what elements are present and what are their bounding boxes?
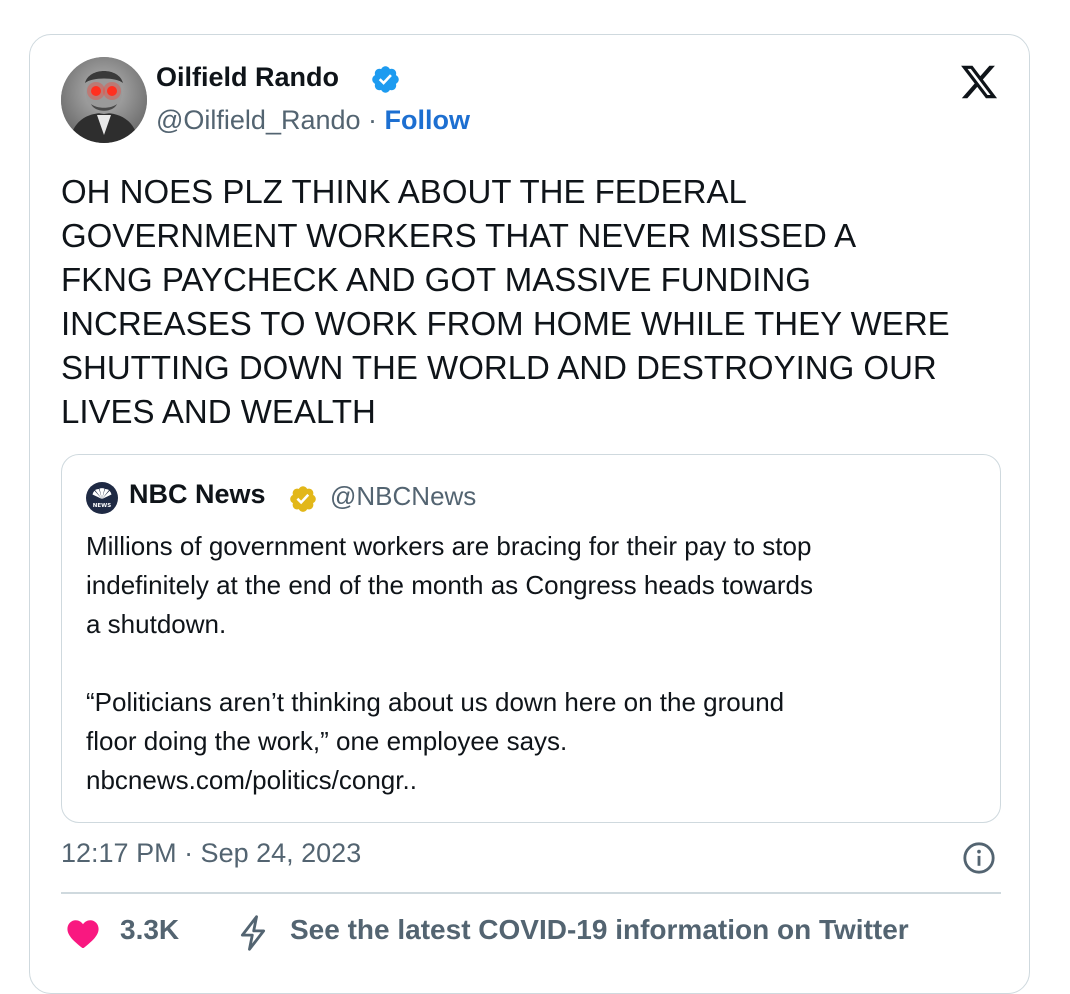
tweet-line: GOVERNMENT WORKERS THAT NEVER MISSED A [61,217,857,254]
quoted-line: floor doing the work,” one employee says… [86,726,568,756]
follow-button[interactable]: Follow [385,105,470,135]
gold-verified-badge-icon [290,486,316,512]
lightning-bolt-icon [240,915,266,951]
tweet-line: LIVES AND WEALTH [61,393,376,430]
info-icon[interactable] [962,841,996,875]
footer-divider [61,892,1001,894]
svg-text:NEWS: NEWS [93,503,111,509]
tweet-line: FKNG PAYCHECK AND GOT MASSIVE FUNDING [61,261,811,298]
author-handle[interactable]: @Oilfield_Rando [156,105,361,135]
x-logo-icon[interactable] [958,62,1000,102]
quoted-author-name: NBC News [129,479,266,509]
quoted-text: Millions of government workers are braci… [86,527,981,800]
quoted-line: indefinitely at the end of the month as … [86,570,813,600]
nbc-peacock-icon: NEWS [86,482,118,514]
quoted-line: Millions of government workers are braci… [86,531,812,561]
tweet-card: Oilfield Rando @Oilfield_Rando · Follow … [29,34,1030,994]
quoted-line: “Politicians aren’t thinking about us do… [86,687,785,717]
quoted-link[interactable]: nbcnews.com/politics/congr.. [86,761,981,800]
covid-info-link[interactable]: See the latest COVID-19 information on T… [290,914,909,946]
tweet-line: INCREASES TO WORK FROM HOME WHILE THEY W… [61,305,950,342]
handle-separator: · [360,105,385,135]
quoted-author-handle: @NBCNews [330,481,477,511]
tweet-line: OH NOES PLZ THINK ABOUT THE FEDERAL [61,173,747,210]
tweet-timestamp[interactable]: 12:17 PM · Sep 24, 2023 [61,838,361,869]
like-count[interactable]: 3.3K [120,914,179,946]
tweet-text: OH NOES PLZ THINK ABOUT THE FEDERAL GOVE… [61,170,1016,434]
quoted-tweet[interactable]: NEWS NBC News @NBCNews Millions of gover… [61,454,1001,823]
heart-icon[interactable] [66,917,100,949]
author-avatar[interactable] [61,57,147,143]
author-handle-row: @Oilfield_Rando · Follow [156,105,470,136]
verified-badge-icon [372,66,399,93]
quoted-line: a shutdown. [86,609,227,639]
tweet-line: SHUTTING DOWN THE WORLD AND DESTROYING O… [61,349,937,386]
author-name[interactable]: Oilfield Rando [156,62,339,93]
